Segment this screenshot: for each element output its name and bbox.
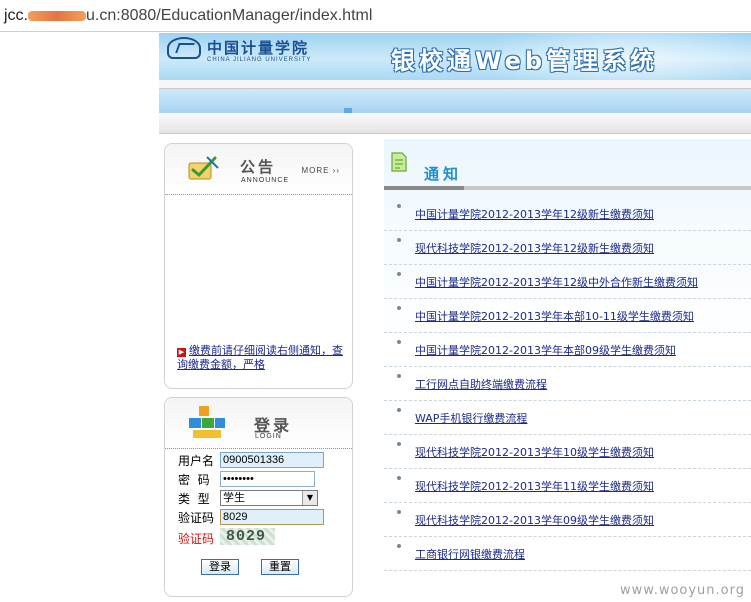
announce-title: 公告 xyxy=(240,158,277,176)
notice-title: 通知 xyxy=(424,165,463,183)
redaction-mark xyxy=(28,10,86,21)
notice-item-link[interactable]: 中国计量学院2012-2013学年本部09级学生缴费须知 xyxy=(415,342,676,358)
login-header: 登录 LOGIN xyxy=(165,398,352,449)
notice-item: 现代科技学院2012-2013学年12级新生缴费须知 xyxy=(384,231,751,265)
captcha-image[interactable]: 8029 xyxy=(220,528,275,545)
notice-item: 中国计量学院2012-2013学年12级中外合作新生缴费须知 xyxy=(384,265,751,299)
header-divider xyxy=(159,80,751,89)
bullet-dot-icon xyxy=(397,272,401,276)
notice-item-link[interactable]: 现代科技学院2012-2013学年11级学生缴费须知 xyxy=(415,478,654,494)
announce-link[interactable]: ▶ 缴费前请仔细阅读右侧通知，查询缴费金额，严格 xyxy=(177,344,347,372)
bullet-dot-icon xyxy=(397,510,401,514)
address-bar[interactable]: jcc. u.cn:8080/EducationManager/index.htm… xyxy=(0,0,751,32)
notice-title-underline xyxy=(384,186,751,190)
reset-button[interactable]: 重置 xyxy=(261,559,299,575)
notice-item-link[interactable]: 工商银行网银缴费流程 xyxy=(415,546,525,562)
notice-item-link[interactable]: 中国计量学院2012-2013学年12级新生缴费须知 xyxy=(415,206,654,222)
notice-item: 中国计量学院2012-2013学年本部10-11级学生缴费须知 xyxy=(384,299,751,333)
login-button[interactable]: 登录 xyxy=(201,559,239,575)
captcha-row: 验证码 8029 xyxy=(175,528,345,550)
notice-item: 工行网点自助终端缴费流程 xyxy=(384,367,751,401)
notice-item-link[interactable]: 现代科技学院2012-2013学年12级新生缴费须知 xyxy=(415,240,654,256)
bullet-dot-icon xyxy=(397,442,401,446)
type-select-value: 学生 xyxy=(223,491,245,504)
notice-panel: 通知 中国计量学院2012-2013学年12级新生缴费须知 现代科技学院2012-… xyxy=(384,139,751,602)
address-host: jcc. xyxy=(4,7,28,24)
notice-item-link[interactable]: 中国计量学院2012-2013学年本部10-11级学生缴费须知 xyxy=(415,308,694,324)
header-banner: 中国计量学院 CHINA JILIANG UNIVERSITY 银校通Web管理… xyxy=(159,33,751,80)
notice-item: 中国计量学院2012-2013学年本部09级学生缴费须知 xyxy=(384,333,751,367)
arrow-bullet-icon: ▶ xyxy=(177,348,186,357)
captcha-label: 验证码 xyxy=(178,532,215,546)
bullet-dot-icon xyxy=(397,204,401,208)
notice-item-link[interactable]: 现代科技学院2012-2013学年10级学生缴费须知 xyxy=(415,444,654,460)
login-buttons: 登录 重置 xyxy=(201,555,321,575)
code-input[interactable]: 8029 xyxy=(220,509,324,525)
notice-item: WAP手机银行缴费流程 xyxy=(384,401,751,435)
notice-underline-accent xyxy=(384,186,464,190)
nav-bar xyxy=(159,89,751,113)
university-name-en: CHINA JILIANG UNIVERSITY xyxy=(207,57,312,63)
code-label: 验证码 xyxy=(178,511,215,525)
type-label: 类 型 xyxy=(178,492,210,506)
chevron-down-icon[interactable]: ▼ xyxy=(302,491,317,505)
password-label: 密 码 xyxy=(178,473,210,487)
document-icon xyxy=(391,152,407,172)
university-logo-icon xyxy=(167,37,201,59)
blocks-icon xyxy=(189,406,225,438)
type-select[interactable]: 学生 ▼ xyxy=(220,490,318,506)
password-row: 密 码 •••••••• xyxy=(175,471,345,490)
notice-item: 现代科技学院2012-2013学年11级学生缴费须知 xyxy=(384,469,751,503)
bullet-dot-icon xyxy=(397,408,401,412)
pen-notepad-icon xyxy=(188,156,219,180)
bullet-dot-icon xyxy=(397,544,401,548)
notice-item: 现代科技学院2012-2013学年09级学生缴费须知 xyxy=(384,503,751,537)
sub-nav-bar xyxy=(159,113,751,134)
address-url: u.cn:8080/EducationManager/index.html xyxy=(86,7,373,24)
system-title: 银校通Web管理系统 xyxy=(391,47,659,75)
bullet-dot-icon xyxy=(397,374,401,378)
notice-item-link[interactable]: WAP手机银行缴费流程 xyxy=(415,410,527,426)
code-row: 验证码 8029 xyxy=(175,509,345,528)
announce-header: 公告 ANNOUNCE MORE ›› xyxy=(165,144,352,195)
password-input[interactable]: •••••••• xyxy=(220,471,315,487)
bullet-dot-icon xyxy=(397,340,401,344)
notice-item: 现代科技学院2012-2013学年10级学生缴费须知 xyxy=(384,435,751,469)
announce-link-text: 缴费前请仔细阅读右侧通知，查询缴费金额，严格 xyxy=(177,344,343,371)
username-label: 用户名 xyxy=(178,454,215,468)
username-row: 用户名 0900501336 xyxy=(175,452,345,471)
notice-list: 中国计量学院2012-2013学年12级新生缴费须知 现代科技学院2012-201… xyxy=(384,197,751,571)
login-title-en: LOGIN xyxy=(255,433,282,440)
notice-item-link[interactable]: 中国计量学院2012-2013学年12级中外合作新生缴费须知 xyxy=(415,274,698,290)
notice-item: 中国计量学院2012-2013学年12级新生缴费须知 xyxy=(384,197,751,231)
more-link[interactable]: MORE ›› xyxy=(301,166,340,175)
login-panel: 登录 LOGIN 用户名 0900501336 密 码 •••••••• 类 型… xyxy=(164,397,353,597)
bullet-dot-icon xyxy=(397,476,401,480)
bullet-dot-icon xyxy=(397,306,401,310)
bullet-dot-icon xyxy=(397,238,401,242)
notice-item: 工商银行网银缴费流程 xyxy=(384,537,751,571)
university-name: 中国计量学院 xyxy=(207,39,310,57)
notice-item-link[interactable]: 工行网点自助终端缴费流程 xyxy=(415,376,547,392)
notice-item-link[interactable]: 现代科技学院2012-2013学年09级学生缴费须知 xyxy=(415,512,654,528)
type-row: 类 型 学生 ▼ xyxy=(175,490,345,509)
login-form: 用户名 0900501336 密 码 •••••••• 类 型 学生 ▼ 验证码… xyxy=(175,452,345,550)
watermark: www.wooyun.org xyxy=(619,583,745,598)
username-input[interactable]: 0900501336 xyxy=(220,452,324,468)
notice-header: 通知 xyxy=(384,139,751,191)
announce-panel: 公告 ANNOUNCE MORE ›› ▶ 缴费前请仔细阅读右侧通知，查询缴费金额… xyxy=(164,143,353,389)
announce-title-en: ANNOUNCE xyxy=(241,177,290,184)
